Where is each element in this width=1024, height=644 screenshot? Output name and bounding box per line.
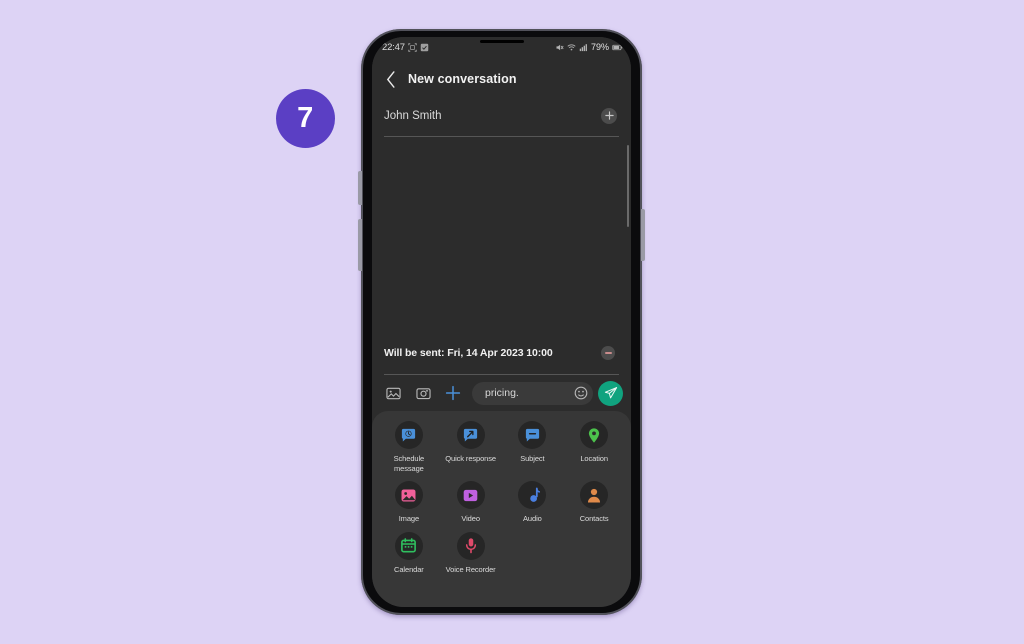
app-bar: New conversation [372,57,631,101]
screenshot-icon [408,42,417,52]
attachment-option-label: Schedule message [393,454,425,473]
attachment-option-voice-recorder[interactable]: Voice Recorder [440,531,502,575]
scheduled-send-row: Will be sent: Fri, 14 Apr 2023 10:00 [372,339,631,375]
attachment-option-label: Subject [520,454,545,463]
attachment-options-grid: Schedule message Quick response Subject … [378,421,625,574]
message-input-pill[interactable]: pricing. [472,381,593,405]
message-list-scrollbar[interactable] [626,145,629,227]
attachment-option-calendar[interactable]: Calendar [378,531,440,575]
checkbox-icon [420,43,429,51]
gallery-icon[interactable] [382,382,404,404]
phone-screen: 22:47 79% New conversation John Smith Wi… [372,37,631,607]
message-list-area [372,137,631,339]
power-button[interactable] [641,209,645,261]
recipient-field-row[interactable]: John Smith [372,101,631,137]
attachment-option-label: Video [461,514,480,524]
scheduled-send-label: Will be sent: Fri, 14 Apr 2023 10:00 [384,347,553,359]
add-attachment-plus-icon[interactable] [442,382,464,404]
scheduled-send-field[interactable]: Will be sent: Fri, 14 Apr 2023 10:00 [384,339,619,375]
status-clock: 22:47 [382,41,405,53]
message-input[interactable]: pricing. [485,387,519,399]
chevron-left-icon[interactable] [386,70,396,88]
status-bar-left: 22:47 [382,42,429,53]
attachment-option-audio[interactable]: Audio [502,481,564,524]
attachment-option-label: Contacts [579,514,609,524]
attachment-option-contacts[interactable]: Contacts [563,481,625,524]
message-composer: pricing. [372,375,631,411]
attachment-option-label: Voice Recorder [445,564,496,574]
plus-circle-icon[interactable] [601,107,617,124]
attachment-option-label: Location [580,454,608,463]
step-number-badge: 7 [276,89,335,148]
attachment-option-label: Quick response [445,454,496,463]
page-title: New conversation [408,72,517,86]
attachment-option-label: Audio [523,514,542,524]
attachment-option-label: Calendar [394,564,424,574]
minus-circle-icon[interactable] [601,346,615,360]
battery-percent-label: 79% [590,42,609,52]
wifi-icon [567,43,576,50]
image-icon [394,481,423,510]
attachment-option-quick-response[interactable]: Quick response [440,421,502,473]
location-pin-icon [580,421,609,449]
camera-icon[interactable] [412,382,434,404]
attachment-option-schedule-message[interactable]: Schedule message [378,421,440,473]
attachment-options-sheet: Schedule message Quick response Subject … [372,411,631,607]
recipient-field[interactable]: John Smith [384,101,619,137]
quick-response-icon [456,421,485,449]
calendar-icon [394,531,423,560]
recipient-input[interactable]: John Smith [384,110,442,122]
attachment-option-location[interactable]: Location [563,421,625,473]
attachment-option-image[interactable]: Image [378,481,440,524]
contact-person-icon [580,481,609,510]
emoji-icon[interactable] [574,386,588,400]
volume-down-button[interactable] [358,219,362,271]
earpiece-speaker [479,40,524,43]
send-button[interactable] [598,380,623,406]
phone-device-frame: 22:47 79% New conversation John Smith Wi… [358,29,645,615]
subject-icon [518,421,547,449]
schedule-message-icon [394,421,423,449]
audio-note-icon [518,481,547,510]
status-bar-right: 79% [555,42,623,52]
attachment-option-label: Image [398,514,420,524]
mute-icon [556,44,564,50]
video-play-icon [456,481,485,510]
volume-up-button[interactable] [358,171,362,205]
attachment-option-subject[interactable]: Subject [502,421,564,473]
screenshot-canvas: 7 22:47 79% New conversation John Smith … [0,0,1024,644]
battery-icon [612,44,623,50]
signal-icon [579,43,587,51]
attachment-option-video[interactable]: Video [440,481,502,524]
microphone-icon [456,531,485,560]
